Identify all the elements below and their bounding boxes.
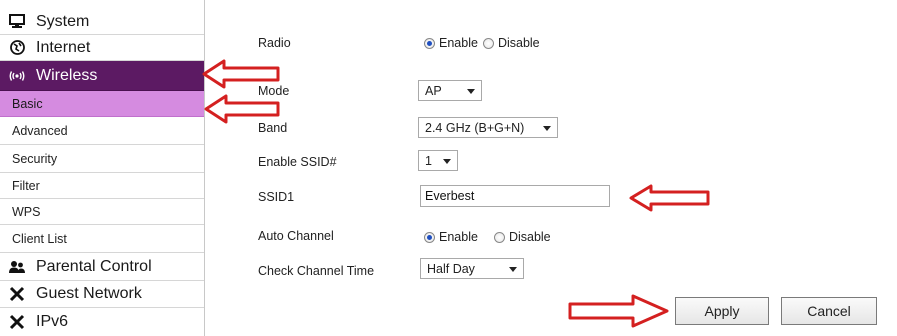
apply-button[interactable]: Apply xyxy=(675,297,769,325)
sidebar-item-guest-network[interactable]: Guest Network xyxy=(0,281,204,308)
auto-channel-disable-label: Disable xyxy=(508,230,551,244)
radio-disable-option[interactable] xyxy=(482,37,494,49)
auto-channel-toggle-group: Enable Disable xyxy=(424,230,551,244)
check-channel-time-label: Check Channel Time xyxy=(258,264,375,278)
sidebar-item-client-list[interactable]: Client List xyxy=(0,225,204,253)
enable-ssid-label: Enable SSID# xyxy=(258,155,337,169)
sidebar-item-label: IPv6 xyxy=(36,313,69,330)
ssid1-input[interactable] xyxy=(420,185,610,207)
chevron-down-icon xyxy=(543,126,551,131)
sidebar-item-label: Client List xyxy=(12,231,67,246)
enable-ssid-select[interactable]: 1 xyxy=(418,150,458,171)
tools-icon xyxy=(8,313,26,331)
sidebar-item-ipv6[interactable]: IPv6 xyxy=(0,308,204,336)
sidebar-item-filter[interactable]: Filter xyxy=(0,173,204,199)
sidebar-item-advanced[interactable]: Advanced xyxy=(0,117,204,145)
sidebar-item-label: Guest Network xyxy=(36,285,142,302)
sidebar-item-label: Security xyxy=(12,151,58,166)
cancel-button[interactable]: Cancel xyxy=(781,297,877,325)
radio-label: Radio xyxy=(258,36,291,50)
tools-icon xyxy=(8,285,26,303)
chevron-down-icon xyxy=(467,89,475,94)
radio-enable-option[interactable] xyxy=(424,37,435,49)
wireless-icon xyxy=(8,67,26,85)
chevron-down-icon xyxy=(509,267,517,272)
users-icon xyxy=(8,258,26,276)
ssid1-label: SSID1 xyxy=(258,190,295,204)
sidebar-item-label: Basic xyxy=(12,96,43,111)
auto-channel-label: Auto Channel xyxy=(258,229,334,243)
wireless-annotation-arrow xyxy=(202,59,280,89)
apply-annotation-arrow xyxy=(568,294,669,328)
sidebar-item-parental-control[interactable]: Parental Control xyxy=(0,253,204,281)
enable-ssid-value: 1 xyxy=(425,153,432,168)
sidebar-item-wps[interactable]: WPS xyxy=(0,199,204,225)
sidebar-item-label: Parental Control xyxy=(36,257,152,275)
mode-value: AP xyxy=(425,83,442,98)
sidebar-item-label: WPS xyxy=(12,204,41,219)
radio-disable-label: Disable xyxy=(497,36,540,50)
radio-enable-label: Enable xyxy=(439,36,478,50)
radio-toggle-group: Enable Disable xyxy=(424,36,540,50)
auto-channel-enable-label: Enable xyxy=(439,230,478,244)
sidebar-item-basic[interactable]: Basic xyxy=(0,91,204,117)
mode-select[interactable]: AP xyxy=(418,80,482,101)
basic-annotation-arrow xyxy=(204,94,280,124)
sidebar-item-label: Advanced xyxy=(12,123,68,138)
sidebar-item-security[interactable]: Security xyxy=(0,145,204,173)
band-value: 2.4 GHz (B+G+N) xyxy=(425,120,525,135)
chevron-down-icon xyxy=(443,159,451,164)
auto-channel-disable-option[interactable] xyxy=(493,231,505,243)
auto-channel-enable-option[interactable] xyxy=(424,231,435,243)
check-channel-time-value: Half Day xyxy=(427,261,475,276)
sidebar-item-label: Wireless xyxy=(36,66,98,84)
sidebar-nav: System Internet Wireless Basic Advanced … xyxy=(0,0,205,336)
globe-icon xyxy=(8,39,26,57)
sidebar-item-label: Internet xyxy=(36,38,91,56)
sidebar-item-wireless[interactable]: Wireless xyxy=(0,61,204,91)
sidebar-item-label: System xyxy=(36,12,90,30)
sidebar-item-system[interactable]: System xyxy=(0,9,204,35)
monitor-icon xyxy=(8,13,26,31)
ssid-annotation-arrow xyxy=(629,184,710,212)
band-select[interactable]: 2.4 GHz (B+G+N) xyxy=(418,117,558,138)
sidebar-item-internet[interactable]: Internet xyxy=(0,35,204,61)
sidebar-item-label: Filter xyxy=(12,178,40,193)
check-channel-time-select[interactable]: Half Day xyxy=(420,258,524,279)
